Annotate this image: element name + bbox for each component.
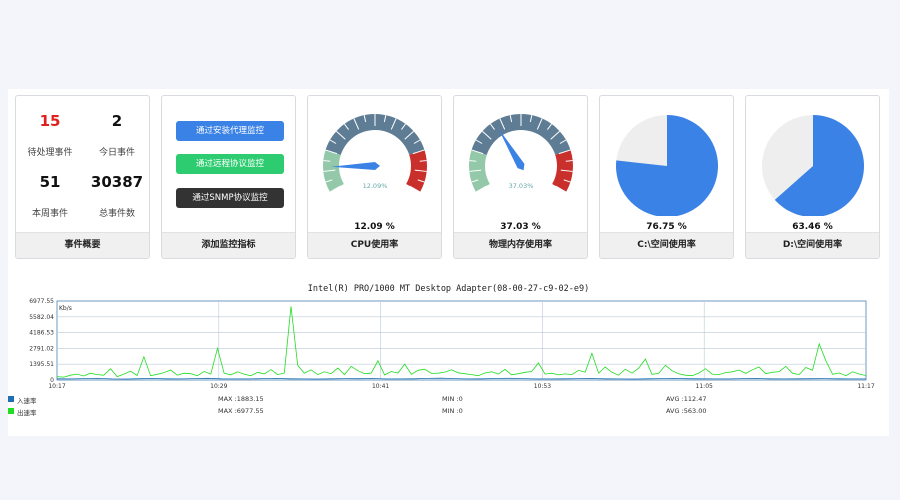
y-tick-label: 1395.51 (29, 361, 54, 368)
week-events-label: 本周事件 (31, 209, 68, 219)
x-tick-label: 11:05 (696, 383, 713, 390)
network-chart-title: Intel(R) PRO/1000 MT Desktop Adapter(08-… (307, 284, 590, 294)
cpu-gauge-value: 12.09% (363, 182, 388, 190)
memory-usage-percent: 37.03 % (500, 222, 541, 232)
inbound-rate-line (56, 377, 866, 380)
chart-unit-label: Kb/s (59, 305, 72, 312)
outbound-max: MAX :6977.55 (218, 407, 264, 415)
inbound-avg: AVG :112.47 (666, 395, 707, 403)
agent-monitor-button[interactable]: 通过安装代理监控 (176, 121, 284, 141)
inbound-swatch (8, 396, 14, 402)
cpu-gauge: 12.09% (323, 113, 427, 193)
outbound-avg: AVG :563.00 (666, 407, 707, 415)
memory-usage-card: 37.03% 37.03 % 物理内存使用率 (453, 95, 588, 259)
outbound-min: MIN :0 (442, 407, 463, 415)
add-monitor-card: 通过安装代理监控 通过远程协议监控 通过SNMP协议监控 添加监控指标 (161, 95, 296, 259)
legend-row-inbound[interactable]: 入速率 MAX :1883.15 MIN :0 AVG :112.47 (8, 395, 889, 406)
inbound-legend-name: 入速率 (17, 397, 37, 405)
disk-d-usage-percent: 63.46 % (792, 222, 833, 232)
disk-c-usage-card: 76.75 % C:\空间使用率 (599, 95, 734, 259)
legend-row-outbound[interactable]: 出速率 MAX :6977.55 MIN :0 AVG :563.00 (8, 407, 889, 418)
add-monitor-footer: 添加监控指标 (162, 232, 295, 258)
inbound-max: MAX :1883.15 (218, 395, 264, 403)
disk-d-usage-card: 63.46 % D:\空间使用率 (745, 95, 880, 259)
cpu-usage-footer: CPU使用率 (308, 232, 441, 258)
outbound-legend-name: 出速率 (17, 409, 37, 417)
y-tick-label: 2791.02 (29, 345, 54, 352)
x-tick-label: 10:17 (48, 383, 65, 390)
disk-c-usage-percent: 76.75 % (646, 222, 687, 232)
memory-usage-footer: 物理内存使用率 (454, 232, 587, 258)
disk-c-pie (616, 115, 718, 216)
x-tick-label: 10:29 (210, 383, 227, 390)
pending-events-count[interactable]: 15 (16, 112, 84, 130)
dashboard-panel: 15 2 待处理事件 今日事件 51 30387 本周事件 总事件数 事件概要 … (8, 89, 889, 436)
y-tick-label: 5582.04 (29, 314, 54, 321)
outbound-swatch (8, 408, 14, 414)
x-tick-label: 10:41 (372, 383, 389, 390)
y-tick-label: 4186.53 (29, 330, 54, 337)
total-events-count[interactable]: 30387 (83, 173, 149, 191)
event-summary-footer: 事件概要 (16, 232, 149, 258)
chart-plot-border (56, 300, 867, 381)
disk-d-usage-footer: D:\空间使用率 (746, 232, 879, 258)
x-tick-label: 10:53 (534, 383, 551, 390)
y-tick-label: 6977.55 (29, 298, 54, 305)
today-events-label: 今日事件 (98, 148, 135, 158)
event-summary-card: 15 2 待处理事件 今日事件 51 30387 本周事件 总事件数 事件概要 (15, 95, 150, 259)
disk-c-usage-footer: C:\空间使用率 (600, 232, 733, 258)
remote-protocol-monitor-button[interactable]: 通过远程协议监控 (176, 154, 284, 174)
snmp-monitor-button[interactable]: 通过SNMP协议监控 (176, 188, 284, 208)
today-events-count[interactable]: 2 (83, 112, 149, 130)
cpu-usage-card: 12.09% 12.09 % CPU使用率 (307, 95, 442, 259)
disk-d-pie (762, 115, 864, 216)
inbound-min: MIN :0 (442, 395, 463, 403)
total-events-label: 总事件数 (98, 209, 135, 219)
week-events-count[interactable]: 51 (16, 173, 84, 191)
memory-gauge: 37.03% (469, 113, 573, 193)
memory-gauge-needle (498, 128, 525, 171)
x-tick-label: 11:17 (857, 383, 874, 390)
pending-events-label: 待处理事件 (27, 148, 73, 158)
memory-gauge-value: 37.03% (509, 182, 534, 190)
cpu-usage-percent: 12.09 % (354, 222, 395, 232)
network-traffic-chart: 6977.555582.044186.532791.021395.510 10:… (29, 298, 875, 390)
